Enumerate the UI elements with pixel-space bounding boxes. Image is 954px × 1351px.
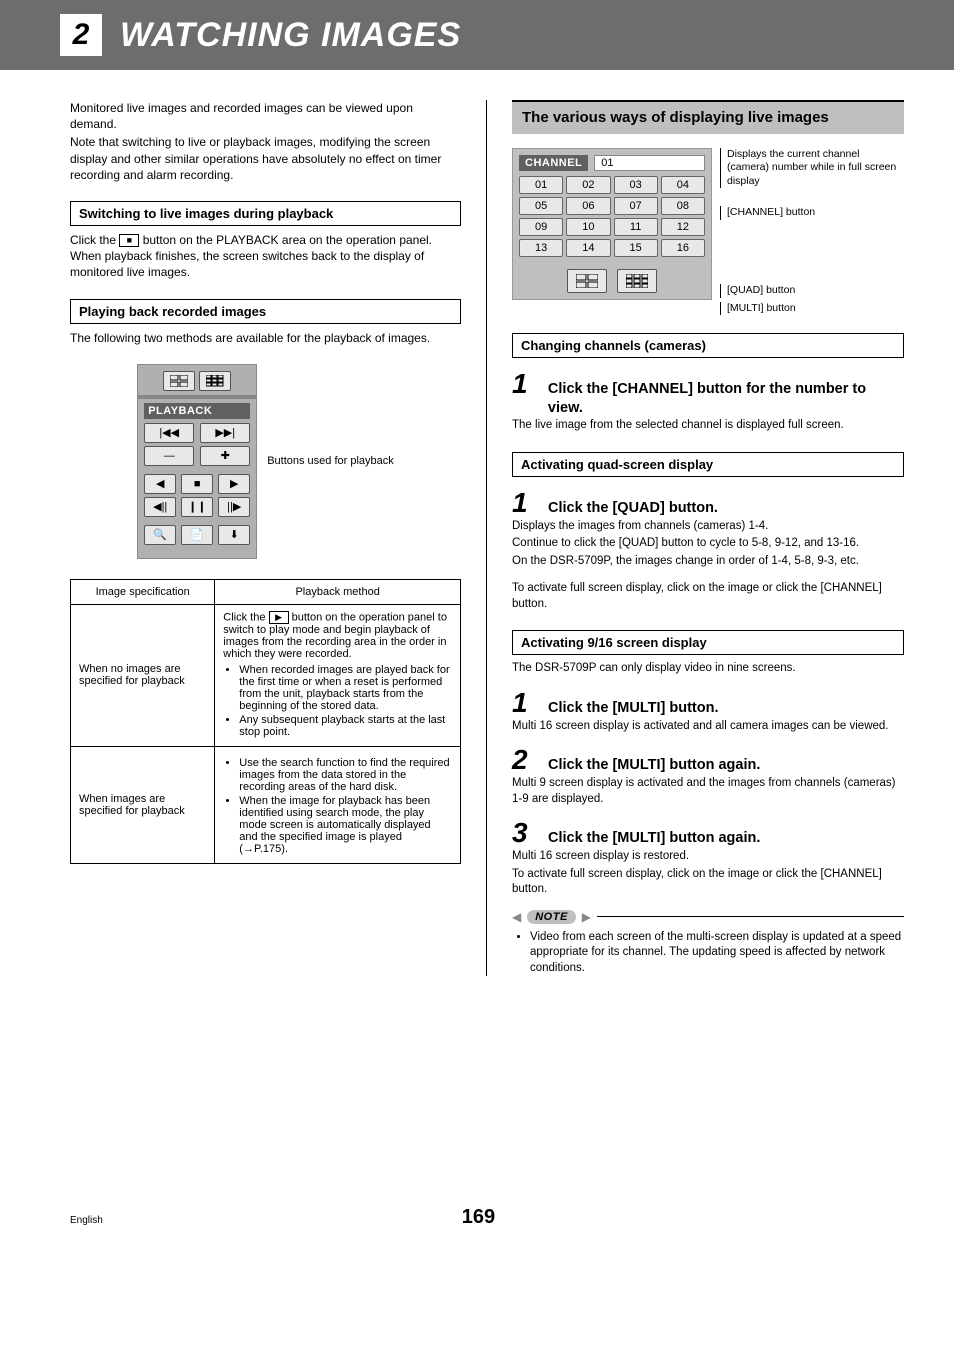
note-text: Video from each screen of the multi-scre… — [530, 930, 904, 977]
panel-caption: Buttons used for playback — [267, 454, 394, 468]
stop-icon: ■ — [181, 474, 213, 494]
switching-live-text: Click the ■ button on the PLAYBACK area … — [70, 232, 461, 281]
annotation: [CHANNEL] button — [720, 206, 904, 220]
playback-panel-illustration: PLAYBACK |◀◀ ▶▶| — ✚ ◀■▶ ◀||❙❙||▶ 🔍📄⬇ Butt… — [70, 364, 461, 559]
step-body: Multi 16 screen display is activated and… — [512, 719, 904, 735]
step-fwd-icon: ||▶ — [218, 497, 250, 517]
play-icon: ▶ — [218, 474, 250, 494]
minus-icon: — — [144, 446, 194, 466]
channel-button[interactable]: 15 — [614, 239, 658, 257]
note-label: NOTE — [527, 910, 576, 924]
step-title: Click the [QUAD] button. — [548, 499, 718, 518]
step-number: 3 — [512, 817, 536, 849]
channel-panel: CHANNEL 01 01 02 03 04 05 06 07 08 09 10… — [512, 148, 712, 300]
heading-quad-screen: Activating quad-screen display — [512, 452, 904, 477]
quad-icon — [163, 371, 195, 391]
step-body: Continue to click the [QUAD] button to c… — [512, 536, 904, 552]
page-number: 169 — [462, 1206, 495, 1229]
heading-various-ways: The various ways of displaying live imag… — [512, 100, 904, 134]
play-icon: ▶ — [269, 611, 289, 624]
channel-button[interactable]: 14 — [566, 239, 610, 257]
annotation: [MULTI] button — [720, 302, 904, 316]
step-title: Click the [MULTI] button again. — [548, 829, 760, 848]
step-title: Click the [CHANNEL] button for the numbe… — [548, 380, 904, 418]
skip-back-icon: |◀◀ — [144, 423, 194, 443]
copy-icon: 📄 — [181, 525, 213, 545]
intro-text-2: Note that switching to live or playback … — [70, 134, 461, 183]
heading-multi-screen: Activating 9/16 screen display — [512, 630, 904, 655]
step-number: 1 — [512, 687, 536, 719]
right-column: The various ways of displaying live imag… — [487, 100, 904, 976]
playback-label: PLAYBACK — [144, 403, 250, 419]
channel-button[interactable]: 03 — [614, 176, 658, 194]
channel-button[interactable]: 10 — [566, 218, 610, 236]
step-body: On the DSR-5709P, the images change in o… — [512, 554, 904, 570]
step-title: Click the [MULTI] button again. — [548, 756, 760, 775]
quad-button-icon[interactable] — [567, 269, 607, 293]
channel-panel-illustration: CHANNEL 01 01 02 03 04 05 06 07 08 09 10… — [512, 148, 904, 316]
channel-button[interactable]: 02 — [566, 176, 610, 194]
channel-value: 01 — [594, 155, 705, 171]
step-back-icon: ◀|| — [144, 497, 176, 517]
skip-fwd-icon: ▶▶| — [200, 423, 250, 443]
table-header: Image specification — [71, 579, 215, 604]
step-body: To activate full screen display, click o… — [512, 581, 904, 612]
page-footer: English 169 — [0, 1176, 954, 1249]
stop-icon: ■ — [119, 234, 139, 247]
step-body: Multi 9 screen display is activated and … — [512, 776, 904, 807]
multi-icon — [199, 371, 231, 391]
channel-button[interactable]: 11 — [614, 218, 658, 236]
download-icon: ⬇ — [218, 525, 250, 545]
heading-changing-channels: Changing channels (cameras) — [512, 333, 904, 358]
channel-button[interactable]: 09 — [519, 218, 563, 236]
rev-play-icon: ◀ — [144, 474, 176, 494]
channel-button[interactable]: 16 — [661, 239, 705, 257]
table-header: Playback method — [215, 579, 461, 604]
chapter-header: 2 WATCHING IMAGES — [0, 0, 954, 70]
channel-button[interactable]: 13 — [519, 239, 563, 257]
step-number: 1 — [512, 487, 536, 519]
playing-back-text: The following two methods are available … — [70, 330, 461, 346]
plus-icon: ✚ — [200, 446, 250, 466]
step-body: The live image from the selected channel… — [512, 418, 904, 434]
pause-icon: ❙❙ — [181, 497, 213, 517]
step-number: 2 — [512, 744, 536, 776]
step-number: 1 — [512, 368, 536, 400]
annotation: [QUAD] button — [720, 284, 904, 298]
left-column: Monitored live images and recorded image… — [70, 100, 487, 976]
channel-button[interactable]: 08 — [661, 197, 705, 215]
channel-button[interactable]: 06 — [566, 197, 610, 215]
note-heading: ◀ NOTE ▶ — [512, 910, 904, 924]
footer-language: English — [70, 1215, 103, 1226]
channel-button[interactable]: 12 — [661, 218, 705, 236]
multi-intro: The DSR-5709P can only display video in … — [512, 661, 904, 677]
multi-button-icon[interactable] — [617, 269, 657, 293]
chapter-number: 2 — [60, 14, 102, 56]
channel-button[interactable]: 04 — [661, 176, 705, 194]
chapter-title: WATCHING IMAGES — [120, 16, 461, 55]
channel-button[interactable]: 01 — [519, 176, 563, 194]
intro-text: Monitored live images and recorded image… — [70, 100, 461, 132]
heading-playing-back: Playing back recorded images — [70, 299, 461, 324]
step-body: Displays the images from channels (camer… — [512, 519, 904, 535]
playback-panel: PLAYBACK |◀◀ ▶▶| — ✚ ◀■▶ ◀||❙❙||▶ 🔍📄⬇ — [137, 364, 257, 559]
step-title: Click the [MULTI] button. — [548, 699, 718, 718]
channel-grid: 01 02 03 04 05 06 07 08 09 10 11 12 13 1… — [519, 176, 705, 257]
step-body: To activate full screen display, click o… — [512, 867, 904, 898]
search-icon: 🔍 — [144, 525, 176, 545]
table-row: When no images are specified for playbac… — [71, 604, 461, 746]
annotation: Displays the current channel (camera) nu… — [720, 148, 904, 189]
step-body: Multi 16 screen display is restored. — [512, 849, 904, 865]
channel-label: CHANNEL — [519, 155, 588, 171]
table-row: When images are specified for playback U… — [71, 746, 461, 863]
channel-button[interactable]: 07 — [614, 197, 658, 215]
heading-switching-live: Switching to live images during playback — [70, 201, 461, 226]
channel-button[interactable]: 05 — [519, 197, 563, 215]
playback-method-table: Image specification Playback method When… — [70, 579, 461, 864]
